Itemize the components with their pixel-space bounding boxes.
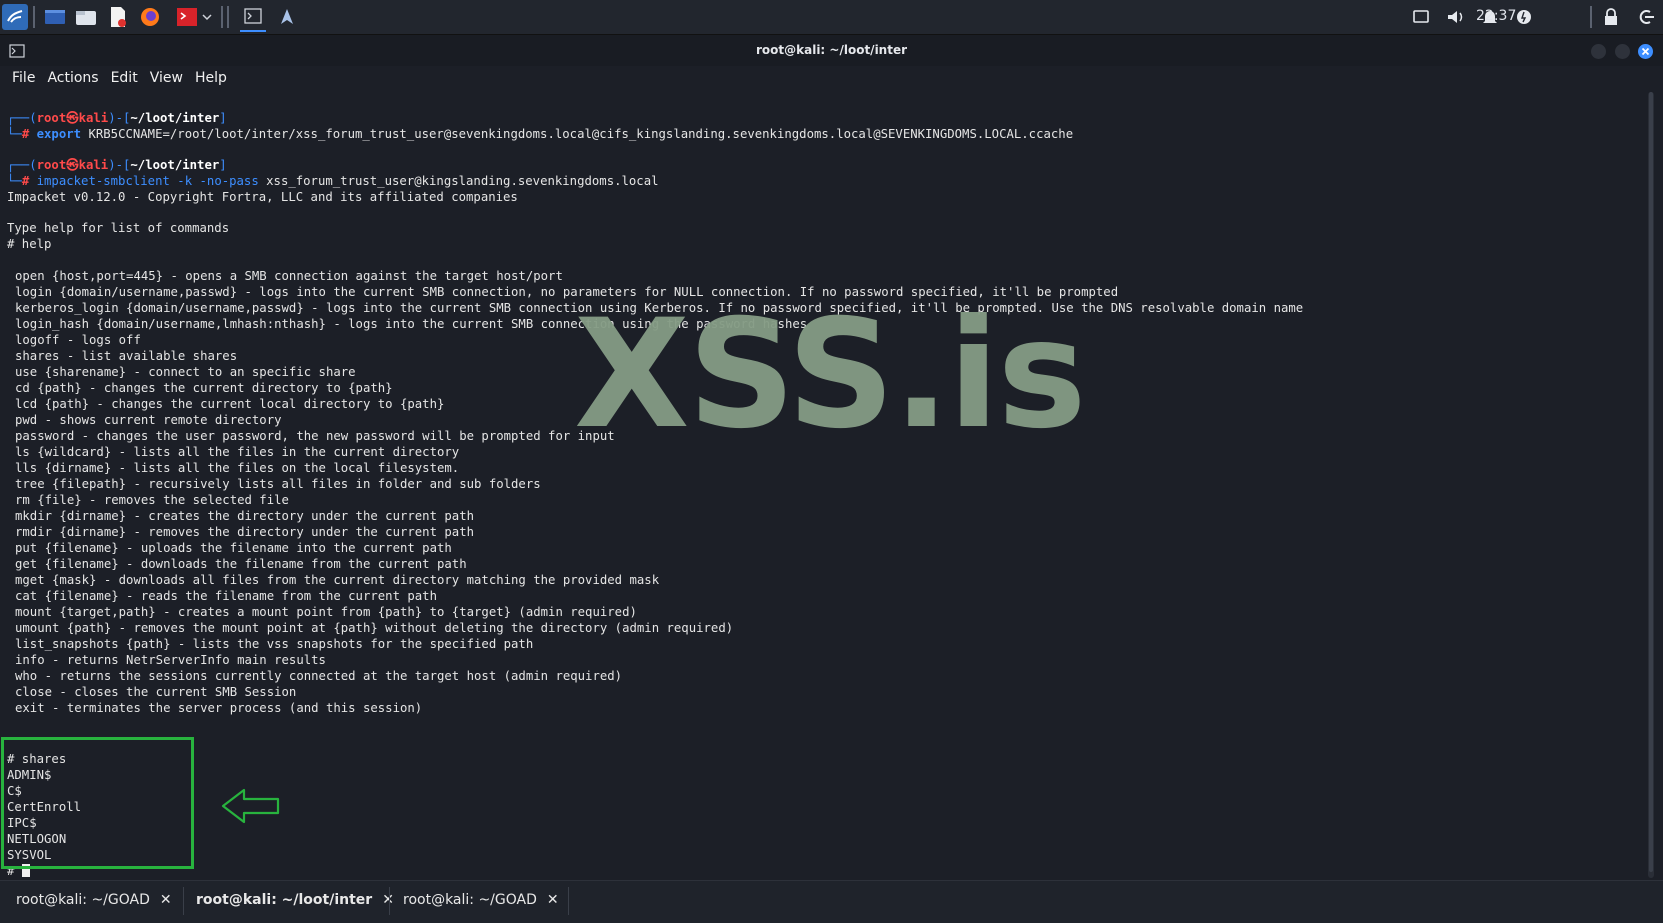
menu-view[interactable]: View: [150, 70, 183, 86]
tab-divider: [568, 887, 569, 915]
taskbar-terminal-window-icon[interactable]: [240, 2, 266, 32]
tab-divider: [183, 887, 184, 915]
help-line: list_snapshots {path} - lists the vss sn…: [15, 637, 534, 651]
panel-separator: [221, 6, 223, 28]
close-window-button[interactable]: [1638, 44, 1653, 59]
prompt-line: ┌──(root㉿kali)-[~/loot/inter]: [7, 158, 227, 172]
help-line: rmdir {dirname} - removes the directory …: [15, 525, 475, 539]
terminal-tab-bar: root@kali: ~/GOAD ✕ root@kali: ~/loot/in…: [0, 880, 1663, 923]
help-line: tree {filepath} - recursively lists all …: [15, 477, 541, 491]
maximize-button[interactable]: [1615, 44, 1630, 59]
help-line: use {sharename} - connect to an specific…: [15, 365, 356, 379]
help-line: put {filename} - uploads the filename in…: [15, 541, 452, 555]
impacket-banner: Impacket v0.12.0 - Copyright Fortra, LLC…: [7, 190, 518, 204]
help-line: open {host,port=445} - opens a SMB conne…: [15, 269, 563, 283]
close-icon[interactable]: ✕: [160, 892, 172, 908]
help-line: shares - list available shares: [15, 349, 238, 363]
menu-bar: File Actions Edit View Help: [0, 66, 1663, 90]
menu-file[interactable]: File: [12, 70, 35, 86]
help-line: who - returns the sessions currently con…: [15, 669, 623, 683]
volume-icon[interactable]: [1446, 8, 1464, 26]
command-line: └─# impacket-smbclient -k -no-pass xss_f…: [7, 174, 659, 188]
window-titlebar[interactable]: root@kali: ~/loot/inter: [0, 35, 1663, 66]
text-editor-icon[interactable]: [105, 4, 131, 30]
tab-label: root@kali: ~/loot/inter: [196, 892, 373, 908]
kali-dragon-app-icon[interactable]: [274, 4, 300, 30]
command-line: └─# export KRB5CCNAME=/root/loot/inter/x…: [7, 127, 1074, 141]
help-line: get {filename} - downloads the filename …: [15, 557, 467, 571]
firefox-icon[interactable]: [137, 4, 163, 30]
clock[interactable]: 22:37: [1476, 8, 1516, 24]
highlight-box: [1, 737, 194, 869]
help-line: umount {path} - removes the mount point …: [15, 621, 734, 635]
help-line: ls {wildcard} - lists all the files in t…: [15, 445, 460, 459]
help-line: rm {file} - removes the selected file: [15, 493, 289, 507]
tab-goad-2[interactable]: root@kali: ~/GOAD ✕: [403, 887, 559, 913]
chevron-down-icon[interactable]: [200, 4, 214, 30]
file-manager-icon[interactable]: [73, 4, 99, 30]
minimize-button[interactable]: [1591, 44, 1606, 59]
help-line: lls {dirname} - lists all the files on t…: [15, 461, 460, 475]
help-command: # help: [7, 237, 52, 251]
help-line: pwd - shows current remote directory: [15, 413, 282, 427]
screen-icon[interactable]: [1412, 8, 1430, 26]
tab-label: root@kali: ~/GOAD: [403, 892, 537, 908]
help-line: password - changes the user password, th…: [15, 429, 615, 443]
help-line: mkdir {dirname} - creates the directory …: [15, 509, 475, 523]
tab-divider: [389, 887, 390, 915]
help-line: logoff - logs off: [15, 333, 141, 347]
show-desktop-icon[interactable]: [42, 4, 68, 30]
close-icon[interactable]: ✕: [547, 892, 559, 908]
help-line: mount {target,path} - creates a mount po…: [15, 605, 637, 619]
lock-icon[interactable]: [1602, 8, 1620, 26]
help-line: lcd {path} - changes the current local d…: [15, 397, 445, 411]
tab-label: root@kali: ~/GOAD: [16, 892, 150, 908]
kali-menu-icon[interactable]: [2, 4, 28, 30]
help-line: close - closes the current SMB Session: [15, 685, 297, 699]
panel-separator: [227, 6, 229, 28]
panel-separator: [1590, 6, 1592, 28]
menu-actions[interactable]: Actions: [47, 70, 98, 86]
tab-loot-inter[interactable]: root@kali: ~/loot/inter ✕: [196, 887, 394, 913]
menu-help[interactable]: Help: [195, 70, 227, 86]
power-manager-icon[interactable]: [1515, 8, 1533, 26]
watermark-logo: XSS.is: [574, 288, 1087, 462]
help-line: info - returns NetrServerInfo main resul…: [15, 653, 326, 667]
help-hint: Type help for list of commands: [7, 221, 230, 235]
terminal-launcher-icon[interactable]: [174, 4, 200, 30]
help-line: mget {mask} - downloads all files from t…: [15, 573, 660, 587]
top-panel: 22:37: [0, 0, 1663, 35]
help-line: cd {path} - changes the current director…: [15, 381, 393, 395]
help-line: cat {filename} - reads the filename from…: [15, 589, 437, 603]
prompt-line: ┌──(root㉿kali)-[~/loot/inter]: [7, 111, 227, 125]
menu-edit[interactable]: Edit: [111, 70, 138, 86]
tab-goad-1[interactable]: root@kali: ~/GOAD ✕: [16, 887, 172, 913]
panel-separator: [33, 6, 35, 28]
window-title: root@kali: ~/loot/inter: [755, 43, 908, 57]
scrollbar-thumb[interactable]: [1649, 92, 1653, 872]
help-line: exit - terminates the server process (an…: [15, 701, 423, 715]
logout-icon[interactable]: [1637, 8, 1655, 26]
arrow-left-icon: [221, 788, 280, 824]
